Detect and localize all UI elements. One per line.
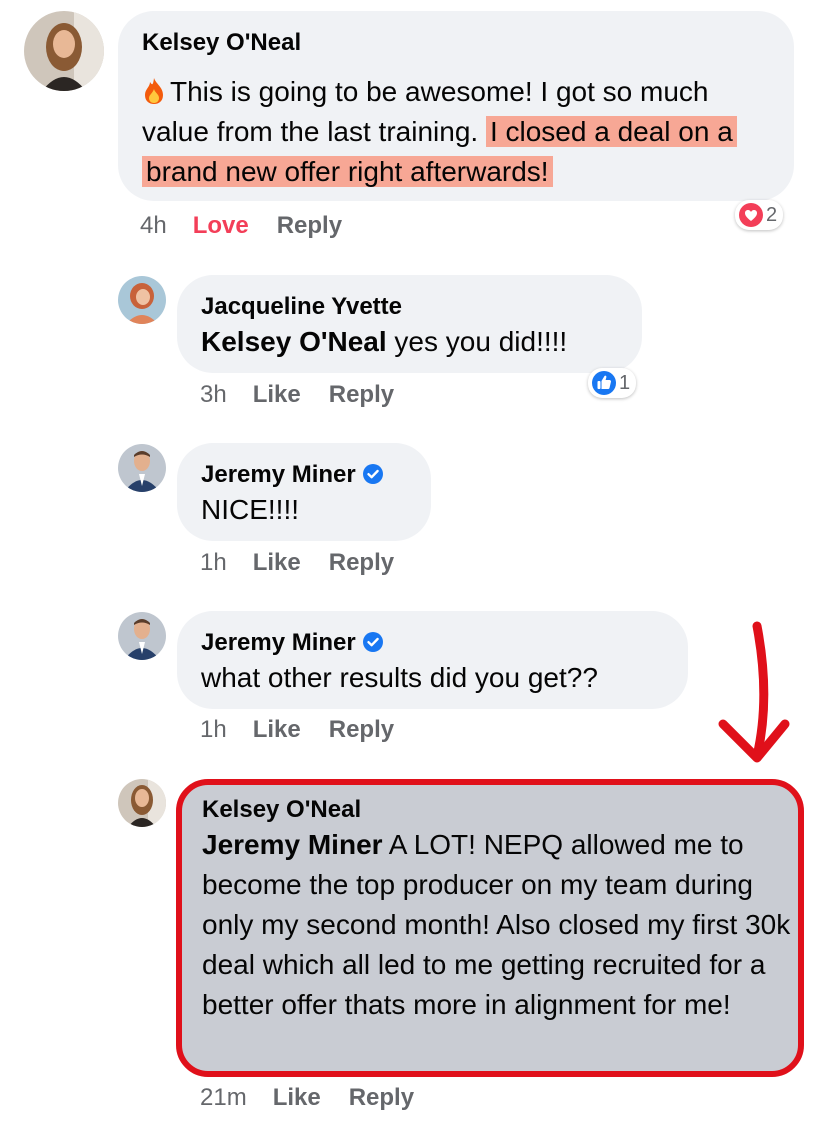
comment-mention-5[interactable]: Jeremy Miner [202, 829, 383, 860]
avatar-jeremy-2[interactable] [118, 612, 166, 660]
comment-author-1[interactable]: Kelsey O'Neal [142, 28, 794, 58]
comment-actions-5: 21m Like Reply [200, 1084, 442, 1112]
comment-time-5[interactable]: 21m [200, 1084, 247, 1112]
comment-text-2-plain: yes you did!!!! [386, 326, 568, 357]
reply-button-2[interactable]: Reply [329, 381, 394, 409]
avatar-jeremy[interactable] [118, 444, 166, 492]
comment-actions-1: 4h Love Reply [140, 212, 370, 240]
reaction-count-2: 1 [619, 371, 631, 394]
comment-author-2[interactable]: Jacqueline Yvette [201, 292, 642, 322]
heart-icon [739, 203, 763, 227]
reaction-badge-1[interactable]: 2 [735, 200, 784, 230]
avatar-kelsey-2[interactable] [118, 779, 166, 827]
comment-actions-2: 3h Like Reply [200, 381, 422, 409]
reply-button-4[interactable]: Reply [329, 716, 394, 744]
comment-bubble-1: Kelsey O'Neal This is going to be awesom… [118, 11, 794, 201]
comment-text-1: This is going to be awesome! I got so mu… [142, 72, 782, 192]
avatar-kelsey[interactable] [24, 11, 104, 91]
verified-badge-icon [362, 632, 383, 652]
comment-actions-4: 1h Like Reply [200, 716, 422, 744]
comment-time-2[interactable]: 3h [200, 381, 227, 409]
like-button-4[interactable]: Like [253, 716, 301, 744]
love-button-1[interactable]: Love [193, 212, 249, 240]
comment-text-4: what other results did you get?? [201, 662, 598, 693]
comment-author-3: Jeremy Miner [201, 460, 431, 490]
avatar-kelsey-icon [24, 11, 104, 91]
reply-button-3[interactable]: Reply [329, 549, 394, 577]
avatar-jeremy-icon [118, 444, 166, 492]
comment-time-3[interactable]: 1h [200, 549, 227, 577]
comment-text-3: NICE!!!! [201, 494, 300, 525]
comment-time-1[interactable]: 4h [140, 212, 167, 240]
reply-button-5[interactable]: Reply [349, 1084, 414, 1112]
like-button-3[interactable]: Like [253, 549, 301, 577]
avatar-jacqueline[interactable] [118, 276, 166, 324]
reaction-count-1: 2 [766, 203, 778, 226]
avatar-jacqueline-icon [118, 276, 166, 324]
comment-bubble-5: Kelsey O'Neal Jeremy Miner A LOT! NEPQ a… [176, 779, 804, 1077]
verified-badge-icon [362, 464, 383, 484]
comment-mention-2[interactable]: Kelsey O'Neal [201, 326, 387, 357]
fire-icon [145, 78, 163, 104]
avatar-kelsey-2-icon [118, 779, 166, 827]
comment-bubble-2: Jacqueline Yvette Kelsey O'Neal yes you … [177, 275, 642, 373]
comment-bubble-3: Jeremy Miner NICE!!!! [177, 443, 431, 541]
like-button-2[interactable]: Like [253, 381, 301, 409]
comment-bubble-4: Jeremy Miner what other results did you … [177, 611, 688, 709]
avatar-jeremy-2-icon [118, 612, 166, 660]
annotation-arrow-icon [718, 621, 790, 763]
comment-actions-3: 1h Like Reply [200, 549, 422, 577]
reaction-badge-2[interactable]: 1 [588, 368, 637, 398]
comment-text-2: Kelsey O'Neal yes you did!!!! [201, 322, 642, 362]
comment-author-4: Jeremy Miner [201, 628, 688, 658]
like-button-5[interactable]: Like [273, 1084, 321, 1112]
comment-author-3-name[interactable]: Jeremy Miner [201, 461, 356, 488]
comment-author-5[interactable]: Kelsey O'Neal [202, 795, 798, 825]
thumbs-up-icon [592, 371, 616, 395]
comment-text-5: Jeremy Miner A LOT! NEPQ allowed me to b… [202, 825, 792, 1025]
comment-author-4-name[interactable]: Jeremy Miner [201, 629, 356, 656]
reply-button-1[interactable]: Reply [277, 212, 342, 240]
comment-time-4[interactable]: 1h [200, 716, 227, 744]
